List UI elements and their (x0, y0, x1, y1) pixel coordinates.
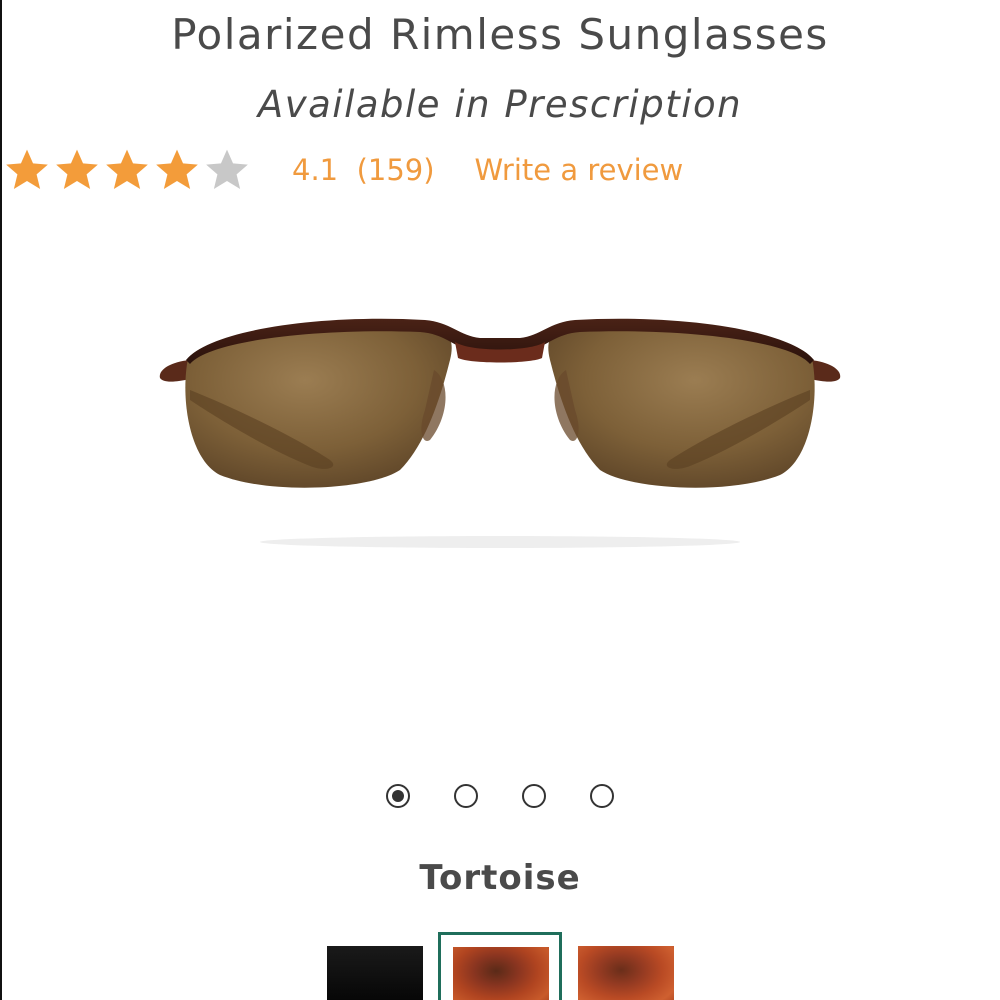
write-review-link[interactable]: Write a review (475, 153, 684, 187)
product-title: Polarized Rimless Sunglasses (171, 10, 829, 59)
star-rating (2, 145, 252, 195)
carousel-dot-4[interactable] (590, 784, 614, 808)
rating-count: (159) (356, 153, 435, 187)
star-icon-filled (56, 149, 98, 189)
swatch-tortoise-thumbnail (453, 947, 549, 1000)
carousel-dot-2[interactable] (454, 784, 478, 808)
product-subtitle: Available in Prescription (257, 83, 743, 126)
rating-value: 4.1 (159) (292, 153, 435, 187)
selected-color-name: Tortoise (419, 858, 581, 898)
swatch-tortoise-selected[interactable] (438, 932, 562, 1000)
star-icon-filled (156, 149, 198, 189)
star-icon-filled (6, 149, 48, 189)
color-swatches (0, 932, 1000, 1000)
carousel-dot-1[interactable] (386, 784, 410, 808)
rating-score: 4.1 (292, 153, 339, 187)
swatch-tortoise-alt[interactable] (578, 946, 674, 1000)
carousel-dot-3[interactable] (522, 784, 546, 808)
swatch-black[interactable] (327, 946, 423, 1000)
rating-row: 4.1 (159) Write a review (2, 142, 683, 198)
star-icon-empty (206, 149, 248, 189)
star-icon-filled (106, 149, 148, 189)
product-image[interactable] (150, 280, 850, 580)
carousel-pagination (0, 784, 1000, 808)
